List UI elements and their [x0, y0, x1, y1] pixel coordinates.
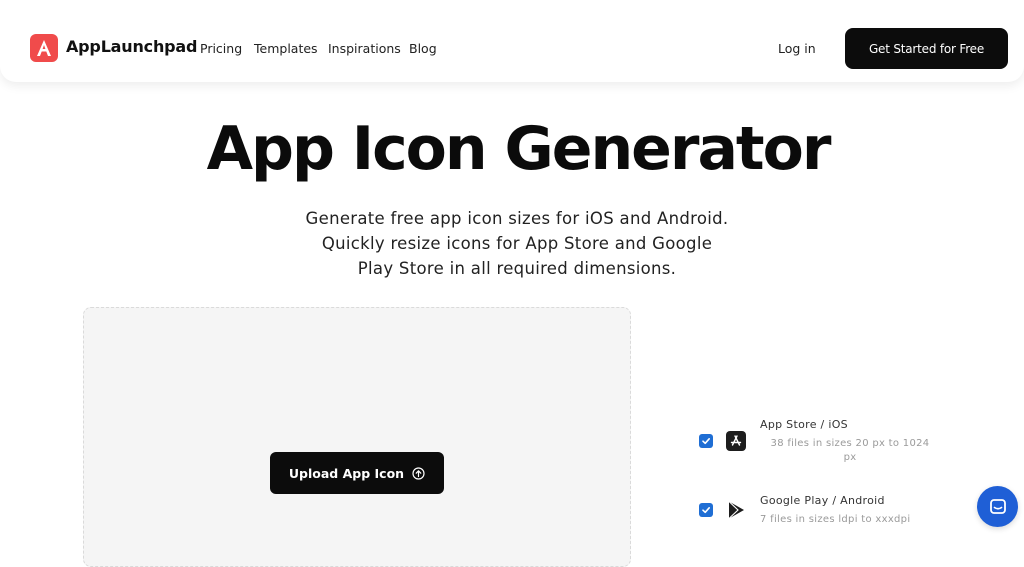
checkmark-icon	[702, 507, 710, 514]
app-store-description: 38 files in sizes 20 px to 1024 px	[760, 437, 940, 465]
nav-pricing[interactable]: Pricing	[200, 41, 242, 56]
subtitle-line: Quickly resize icons for App Store and G…	[321, 234, 713, 253]
brand-name[interactable]: AppLaunchpad	[66, 37, 197, 56]
google-play-description: 7 files in sizes ldpi to xxxdpi	[760, 513, 910, 527]
chat-support-button[interactable]	[977, 486, 1018, 527]
description-line: 7 files in sizes ldpi to xxxdpi	[760, 514, 911, 525]
google-play-checkbox[interactable]	[699, 503, 713, 517]
description-line: 38 files in sizes 20 px to 1024	[770, 438, 930, 449]
description-line: px	[843, 452, 857, 463]
checkmark-icon	[702, 438, 710, 445]
nav-inspirations[interactable]: Inspirations	[328, 41, 401, 56]
nav-templates[interactable]: Templates	[254, 41, 318, 56]
upload-button-label: Upload App Icon	[288, 465, 405, 481]
app-store-title: App Store / iOS	[760, 418, 848, 431]
page-title: App Icon Generator	[206, 114, 832, 184]
top-navigation-bar: AppLaunchpad Pricing Templates Inspirati…	[0, 0, 1024, 82]
app-store-checkbox[interactable]	[699, 434, 713, 448]
subtitle-line: Generate free app icon sizes for iOS and…	[305, 209, 729, 228]
subtitle-line: Play Store in all required dimensions.	[357, 259, 677, 278]
upload-app-icon-button[interactable]: Upload App Icon	[270, 452, 444, 494]
google-play-icon	[726, 500, 746, 520]
upload-arrow-icon	[412, 466, 425, 480]
hero-subtitle: Generate free app icon sizes for iOS and…	[270, 206, 764, 281]
logo-icon[interactable]	[30, 34, 58, 62]
app-store-icon	[726, 431, 746, 451]
google-play-title: Google Play / Android	[760, 494, 885, 507]
nav-blog[interactable]: Blog	[409, 41, 437, 56]
icon-dropzone[interactable]	[83, 307, 631, 567]
get-started-button[interactable]: Get Started for Free	[845, 28, 1008, 69]
chat-icon	[989, 498, 1006, 514]
login-link[interactable]: Log in	[778, 41, 816, 56]
